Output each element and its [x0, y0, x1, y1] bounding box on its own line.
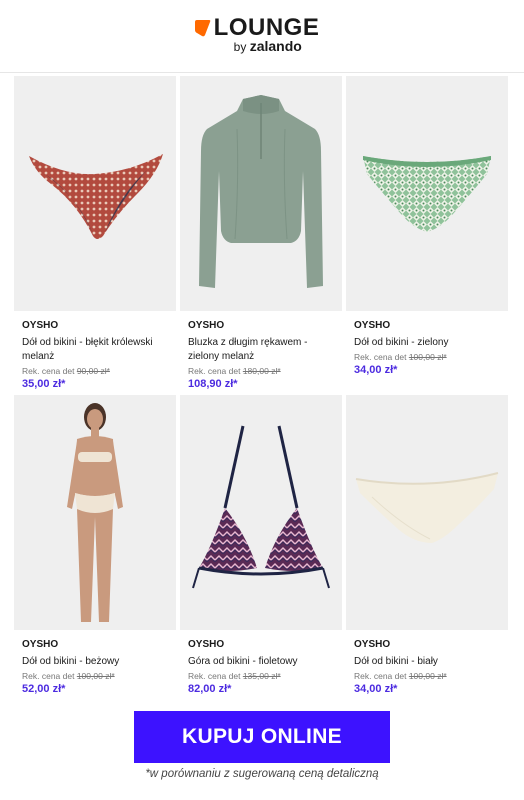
recommended-price: Rek. cena det 100,00 zł* [22, 671, 115, 681]
product-price: 34,00 zł* [354, 364, 398, 376]
product-image[interactable] [346, 76, 508, 311]
footnote: *w porównaniu z sugerowaną ceną detalicz… [145, 768, 379, 780]
product-image[interactable] [180, 395, 342, 630]
product-price: 52,00 zł* [22, 683, 66, 695]
product-card[interactable]: OYSHO Bluzka z długim rękawem - zielony … [180, 76, 342, 395]
product-brand: OYSHO [22, 320, 59, 331]
lounge-logo[interactable]: LOUNGE by zalando [194, 14, 320, 54]
product-image[interactable] [180, 76, 342, 311]
logo-word: LOUNGE [213, 14, 320, 41]
product-grid: OYSHO Dół od bikini - błękit królewski m… [14, 76, 510, 714]
purple-bikini-top-icon [192, 425, 330, 588]
product-name[interactable]: Dół od bikini - zielony [354, 336, 500, 350]
green-bikini-bottom-icon [363, 155, 491, 232]
product-brand: OYSHO [188, 639, 225, 650]
product-price: 34,00 zł* [354, 683, 398, 695]
product-price: 82,00 zł* [188, 683, 232, 695]
product-name[interactable]: Dół od bikini - błękit królewski melanż [22, 336, 168, 364]
product-image[interactable] [14, 395, 176, 630]
product-image[interactable] [14, 76, 176, 311]
recommended-price: Rek. cena det 180,00 zł* [188, 366, 281, 376]
recommended-price: Rek. cena det 135,00 zł* [188, 671, 281, 681]
recommended-price: Rek. cena det 100,00 zł* [354, 352, 447, 362]
white-bikini-bottom-icon [355, 471, 499, 543]
product-brand: OYSHO [354, 320, 391, 331]
product-card[interactable]: OYSHO Dół od bikini - biały Rek. cena de… [346, 395, 508, 714]
product-brand: OYSHO [354, 639, 391, 650]
product-name[interactable]: Dół od bikini - beżowy [22, 655, 168, 669]
patterned-bikini-bottom-icon [29, 153, 163, 239]
product-image[interactable] [346, 395, 508, 630]
recommended-price: Rek. cena det 100,00 zł* [354, 671, 447, 681]
product-card[interactable]: OYSHO Góra od bikini - fioletowy Rek. ce… [180, 395, 342, 714]
email-header: LOUNGE by zalando [0, 0, 524, 73]
product-card[interactable]: OYSHO Dół od bikini - błękit królewski m… [14, 76, 176, 395]
product-price: 108,90 zł* [188, 378, 238, 390]
product-name[interactable]: Góra od bikini - fioletowy [188, 655, 334, 669]
product-card[interactable]: OYSHO Dół od bikini - beżowy Rek. cena d… [14, 395, 176, 714]
green-long-sleeve-top-icon [199, 95, 323, 288]
recommended-price: Rek. cena det 90,00 zł* [22, 366, 110, 376]
shop-online-button[interactable]: KUPUJ ONLINE [134, 711, 390, 763]
product-brand: OYSHO [22, 639, 59, 650]
product-name[interactable]: Dół od bikini - biały [354, 655, 500, 669]
product-card[interactable]: OYSHO Dół od bikini - zielony Rek. cena … [346, 76, 508, 395]
product-name[interactable]: Bluzka z długim rękawem - zielony melanż [188, 336, 334, 364]
logo-mark-icon [194, 19, 211, 37]
logo-subtitle: by zalando [233, 38, 302, 54]
product-brand: OYSHO [188, 320, 225, 331]
model-beige-bikini-icon [67, 402, 123, 622]
product-price: 35,00 zł* [22, 378, 66, 390]
